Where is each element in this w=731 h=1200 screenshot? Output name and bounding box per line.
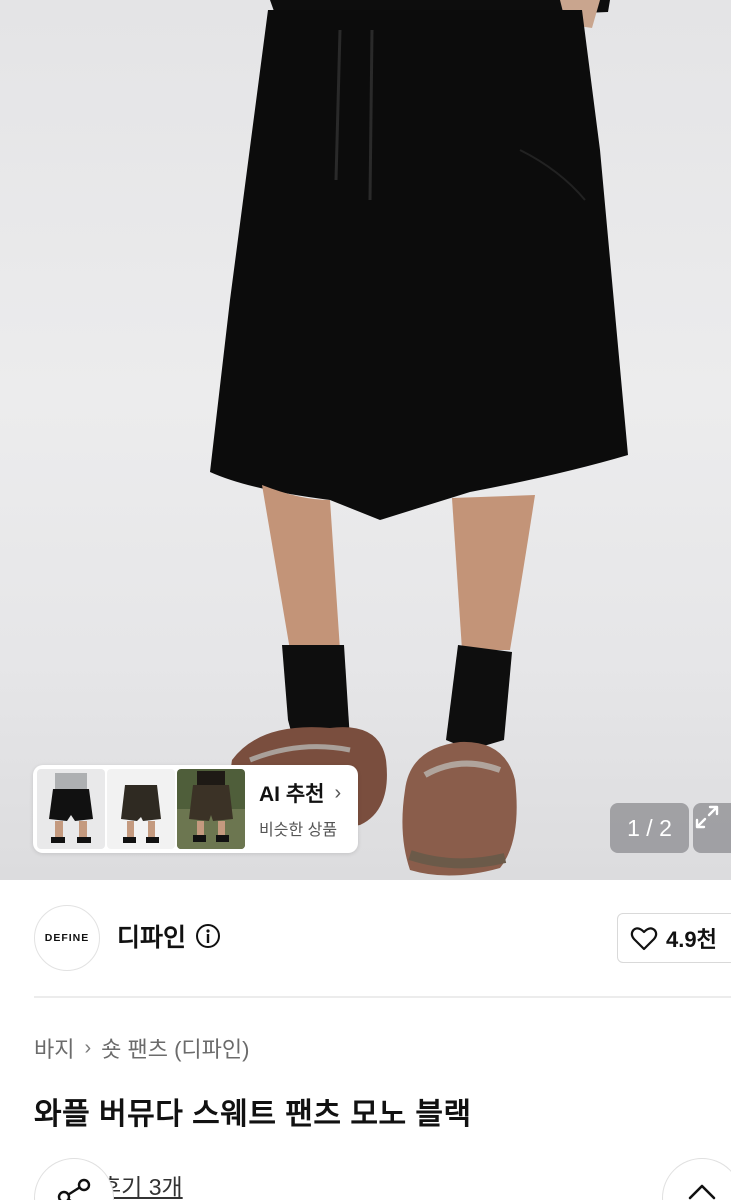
expand-button[interactable] (693, 803, 731, 853)
heart-icon (630, 925, 658, 951)
ai-recommend-subtitle: 비슷한 상품 (259, 822, 338, 839)
breadcrumb: 바지 › 숏 팬츠 (디파인) (34, 1032, 249, 1064)
breadcrumb-category[interactable]: 바지 (34, 1032, 74, 1064)
chevron-up-icon (687, 1183, 717, 1200)
image-counter: 1 / 2 (610, 803, 689, 853)
share-icon (54, 1177, 94, 1200)
share-button[interactable] (34, 1158, 114, 1200)
like-count: 4.9천 (666, 927, 717, 952)
brand-name: 디파인 (117, 924, 187, 952)
brand-row: DEFINE 디파인 4.9천 (0, 880, 731, 998)
ai-thumb-1[interactable] (37, 769, 105, 849)
ai-recommend-title[interactable]: AI 추천 › (259, 778, 341, 808)
chevron-right-icon: › (84, 1036, 92, 1059)
product-photo-illustration (210, 0, 628, 876)
divider (34, 996, 731, 998)
ai-thumb-3[interactable] (177, 769, 245, 849)
brand-logo[interactable]: DEFINE (34, 905, 100, 971)
product-image[interactable]: AI 추천 › 비슷한 상품 1 / 2 (0, 0, 731, 880)
ai-recommend-card[interactable]: AI 추천 › 비슷한 상품 (33, 765, 358, 853)
brand-name-link[interactable]: 디파인 (117, 918, 221, 954)
ai-thumb-2[interactable] (107, 769, 175, 849)
product-title: 와플 버뮤다 스웨트 팬츠 모노 블랙 (34, 1098, 472, 1131)
chevron-right-icon: › (334, 781, 342, 804)
like-button[interactable]: 4.9천 (617, 913, 731, 963)
scroll-top-button[interactable] (662, 1158, 731, 1200)
info-icon[interactable] (195, 923, 221, 949)
breadcrumb-subcategory[interactable]: 숏 팬츠 (디파인) (101, 1032, 249, 1064)
